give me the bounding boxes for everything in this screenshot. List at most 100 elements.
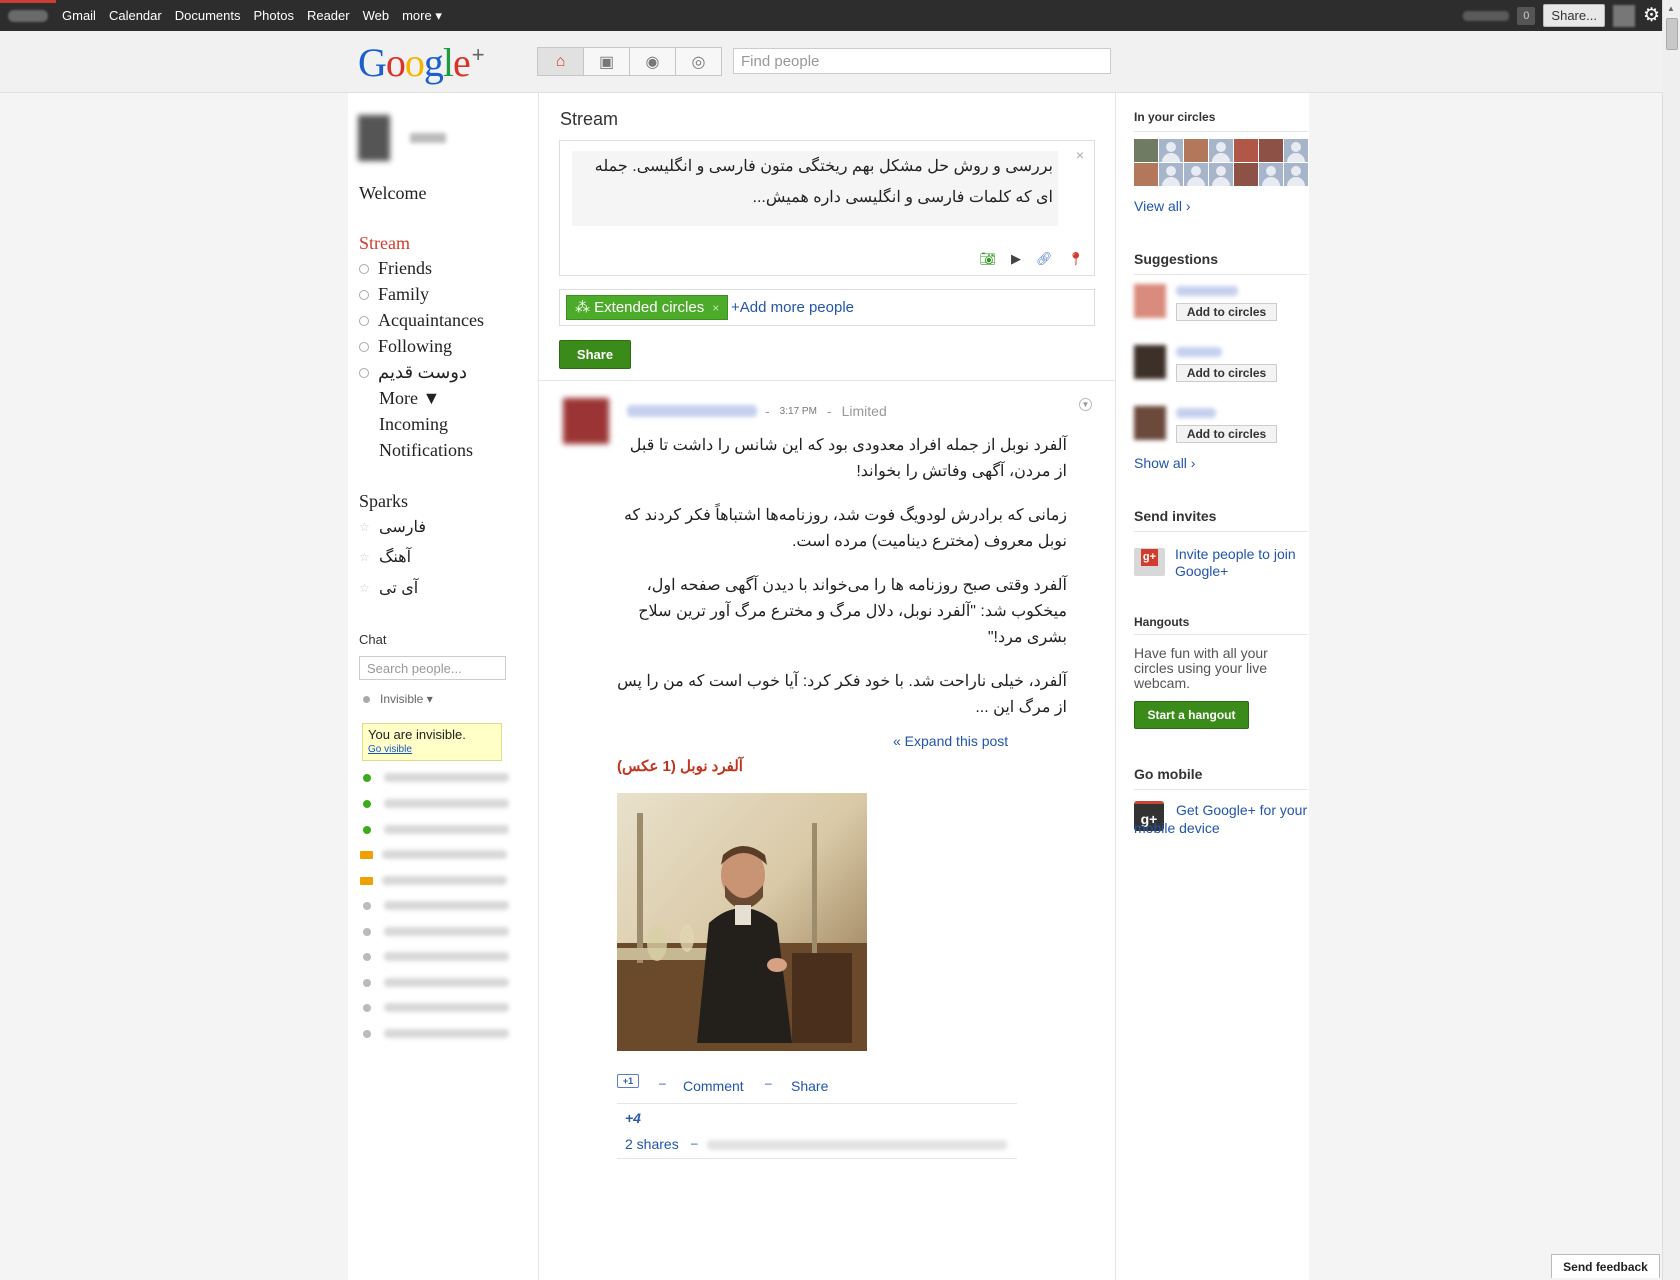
location-pin-icon[interactable]: 📍︎ [1067, 251, 1084, 267]
nav-reader[interactable]: Reader [307, 8, 350, 23]
view-all-link[interactable]: View all › [1134, 198, 1191, 214]
avatar[interactable] [1159, 139, 1183, 162]
avatar[interactable] [1259, 139, 1283, 162]
circle-family[interactable]: Family [359, 284, 429, 305]
photos-nav-button[interactable]: ▣ [583, 47, 630, 76]
home-nav-button[interactable]: ⌂ [537, 47, 584, 76]
suggestion-name[interactable] [1176, 347, 1222, 357]
avatar[interactable] [1259, 163, 1283, 186]
avatar[interactable] [1159, 163, 1183, 186]
share-box-button[interactable]: Share... [1543, 4, 1605, 27]
add-more-people-link[interactable]: +Add more people [731, 299, 854, 316]
chat-status-menu[interactable]: Invisible ▾ [363, 692, 433, 706]
profile-nav-button[interactable]: ◉ [629, 47, 676, 76]
compose-textarea[interactable]: بررسی و روش حل مشکل بهم ریختگی متون فارس… [572, 151, 1058, 226]
nav-gmail[interactable]: Gmail [62, 8, 96, 23]
user-name-link[interactable] [8, 9, 48, 22]
spark-item[interactable]: ☆ فارسی [359, 517, 426, 537]
avatar[interactable] [1234, 139, 1258, 162]
avatar[interactable] [1209, 163, 1233, 186]
chat-contact[interactable] [360, 876, 507, 885]
close-icon[interactable]: × [1076, 147, 1084, 163]
avatar[interactable] [1184, 139, 1208, 162]
nav-more[interactable]: more ▾ [402, 8, 442, 24]
add-to-circles-button[interactable]: Add to circles [1176, 364, 1277, 382]
nav-documents[interactable]: Documents [175, 8, 241, 23]
chip-remove-icon[interactable]: × [712, 301, 719, 315]
comment-link[interactable]: Comment [683, 1078, 744, 1094]
video-icon[interactable]: ▶ [1011, 251, 1021, 267]
plus-one-button[interactable]: +1 [617, 1074, 639, 1088]
suggestion-name[interactable] [1176, 286, 1238, 296]
album-photo[interactable] [617, 793, 867, 1051]
album-title-link[interactable]: آلفرد نوبل (1 عکس) [617, 757, 743, 775]
show-all-link[interactable]: Show all › [1134, 455, 1195, 471]
scroll-up-arrow-icon[interactable]: ▲ [1667, 4, 1675, 13]
avatar[interactable] [1209, 139, 1233, 162]
plus-one-count[interactable]: +4 [625, 1110, 641, 1126]
avatar[interactable] [1184, 163, 1208, 186]
avatar[interactable] [358, 115, 390, 161]
circle-friends[interactable]: Friends [359, 258, 432, 279]
chat-search-input[interactable]: Search people... [359, 656, 506, 680]
avatar[interactable] [1284, 163, 1308, 186]
sparks-title[interactable]: Sparks [359, 491, 408, 512]
circles-nav-button[interactable]: ◎ [675, 47, 722, 76]
share-box[interactable]: بررسی و روش حل مشکل بهم ریختگی متون فارس… [559, 140, 1095, 276]
page-scrollbar[interactable]: ▲ [1662, 0, 1680, 1280]
scrollbar-thumb[interactable] [1666, 18, 1678, 50]
start-hangout-button[interactable]: Start a hangout [1134, 701, 1249, 729]
post-author-name[interactable] [627, 405, 757, 417]
account-avatar[interactable] [1612, 4, 1635, 27]
chat-contact[interactable] [363, 978, 509, 987]
share-button[interactable]: Share [559, 340, 631, 369]
avatar[interactable] [1134, 406, 1166, 440]
expand-post-link[interactable]: « Expand this post [893, 733, 1008, 749]
link-icon[interactable]: 🔗︎ [1036, 251, 1053, 267]
add-to-circles-button[interactable]: Add to circles [1176, 425, 1277, 443]
avatar[interactable] [1134, 139, 1158, 162]
chat-contact[interactable] [363, 1003, 509, 1012]
send-feedback-button[interactable]: Send feedback [1551, 1254, 1660, 1278]
avatar[interactable] [1234, 163, 1258, 186]
post-author-avatar[interactable] [563, 398, 609, 444]
invite-link[interactable]: Invite people to join Google+ [1175, 546, 1308, 580]
avatar[interactable] [1134, 284, 1166, 318]
chat-contact[interactable] [363, 799, 509, 808]
profile-name[interactable] [410, 133, 446, 143]
nav-calendar[interactable]: Calendar [109, 8, 162, 23]
nav-web[interactable]: Web [363, 8, 390, 23]
spark-item[interactable]: ☆ آهنگ [359, 547, 411, 567]
shares-count-link[interactable]: 2 shares [625, 1136, 679, 1152]
post-timestamp[interactable]: 3:17 PM [780, 406, 817, 417]
avatar[interactable] [1284, 139, 1308, 162]
more-circles-link[interactable]: More ▼ [379, 388, 440, 409]
add-to-circles-button[interactable]: Add to circles [1176, 303, 1277, 321]
chevron-down-icon[interactable]: ▼ [1079, 398, 1092, 411]
chat-contact[interactable] [360, 850, 507, 859]
camera-icon[interactable]: 📷︎ [979, 251, 996, 267]
welcome-link[interactable]: Welcome [359, 183, 427, 204]
avatar[interactable] [1134, 345, 1166, 379]
avatar[interactable] [1134, 163, 1158, 186]
notifications-link[interactable]: Notifications [379, 440, 473, 461]
mobile-link[interactable]: Get Google+ for your mobile device [1134, 801, 1308, 837]
google-plus-logo[interactable]: Google+ [358, 39, 485, 86]
stream-link[interactable]: Stream [359, 233, 410, 254]
invite-mail-icon[interactable]: g+ [1134, 548, 1165, 576]
chat-contact[interactable] [363, 773, 509, 782]
chat-contact[interactable] [363, 927, 509, 936]
circle-old-friends[interactable]: دوست قدیم [359, 362, 467, 383]
chat-contact[interactable] [363, 901, 509, 910]
circle-following[interactable]: Following [359, 336, 452, 357]
notification-count[interactable]: 0 [1517, 6, 1536, 25]
incoming-link[interactable]: Incoming [379, 414, 448, 435]
nav-photos[interactable]: Photos [253, 8, 293, 23]
suggestion-name[interactable] [1176, 408, 1216, 418]
account-name[interactable] [1463, 10, 1510, 21]
gear-icon[interactable]: ⚙ [1643, 4, 1660, 27]
sharers-list[interactable] [707, 1140, 1007, 1150]
share-link[interactable]: Share [791, 1078, 828, 1094]
circle-acquaintances[interactable]: Acquaintances [359, 310, 484, 331]
chat-contact[interactable] [363, 1029, 509, 1038]
